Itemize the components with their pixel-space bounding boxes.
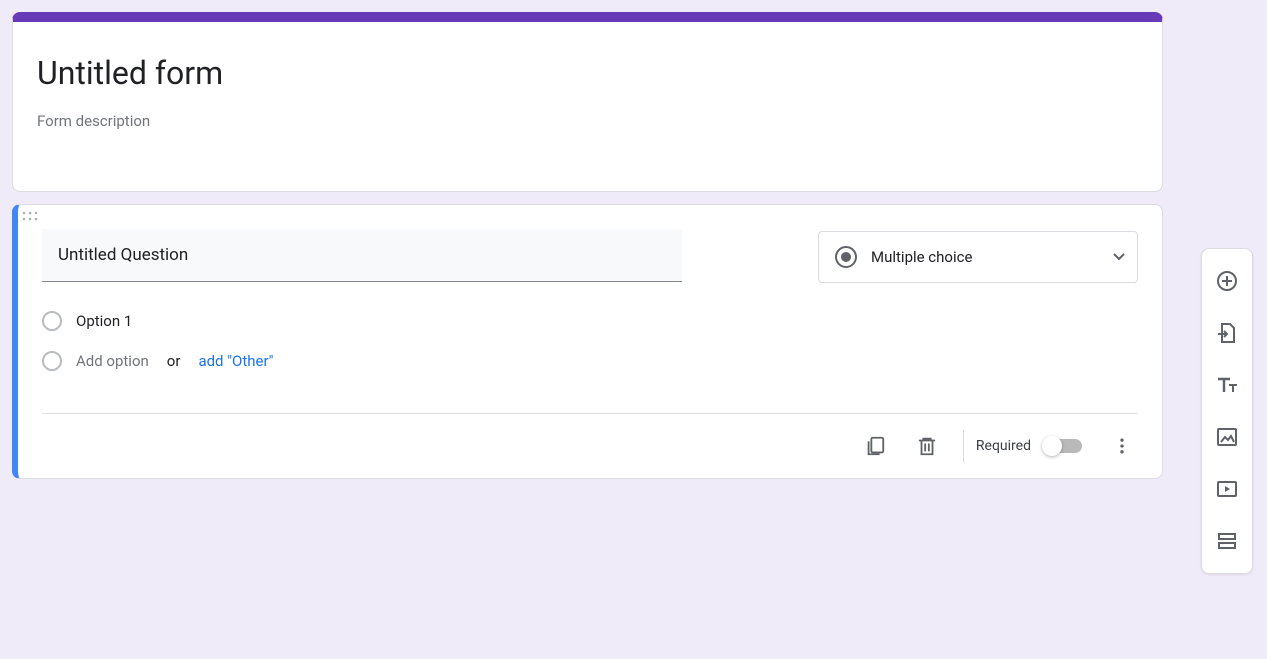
question-type-dropdown[interactable]: Multiple choice	[818, 231, 1138, 283]
toggle-knob	[1042, 436, 1062, 456]
question-type-label: Multiple choice	[871, 248, 1099, 266]
or-text: or	[167, 352, 181, 370]
section-icon	[1215, 529, 1239, 553]
trash-icon	[916, 435, 938, 457]
radio-outline-icon	[42, 351, 62, 371]
add-option-button[interactable]: Add option	[76, 352, 149, 370]
form-description-input[interactable]: Form description	[37, 108, 1138, 134]
delete-button[interactable]	[903, 422, 951, 470]
radio-outline-icon	[42, 311, 62, 331]
drag-handle[interactable]	[18, 205, 1162, 229]
question-footer: Required	[18, 414, 1162, 478]
form-header-card: Untitled form Form description	[12, 12, 1163, 192]
question-title-input[interactable]	[42, 229, 682, 282]
drag-icon	[18, 211, 42, 221]
video-icon	[1215, 477, 1239, 501]
text-icon	[1215, 373, 1239, 397]
add-section-button[interactable]	[1207, 515, 1247, 567]
required-label: Required	[976, 438, 1031, 454]
add-title-button[interactable]	[1207, 359, 1247, 411]
import-questions-button[interactable]	[1207, 307, 1247, 359]
option-row: Option 1	[42, 301, 1138, 341]
add-circle-icon	[1215, 269, 1239, 293]
add-other-button[interactable]: add "Other"	[198, 352, 273, 370]
import-icon	[1215, 321, 1239, 345]
side-toolbar	[1201, 248, 1253, 574]
divider	[963, 430, 964, 462]
chevron-down-icon	[1113, 253, 1125, 261]
add-option-row: Add option or add "Other"	[42, 341, 1138, 381]
option-label-input[interactable]: Option 1	[76, 312, 132, 330]
copy-icon	[864, 435, 886, 457]
more-options-button[interactable]	[1098, 422, 1146, 470]
required-toggle[interactable]	[1045, 439, 1082, 453]
question-card: Multiple choice Option 1 Add option or a…	[12, 204, 1163, 479]
add-image-button[interactable]	[1207, 411, 1247, 463]
form-title-input[interactable]: Untitled form	[37, 46, 1138, 100]
add-video-button[interactable]	[1207, 463, 1247, 515]
radio-icon	[835, 246, 857, 268]
options-list: Option 1 Add option or add "Other"	[18, 283, 1162, 389]
duplicate-button[interactable]	[851, 422, 899, 470]
add-question-button[interactable]	[1207, 255, 1247, 307]
more-vert-icon	[1112, 436, 1132, 456]
image-icon	[1215, 425, 1239, 449]
